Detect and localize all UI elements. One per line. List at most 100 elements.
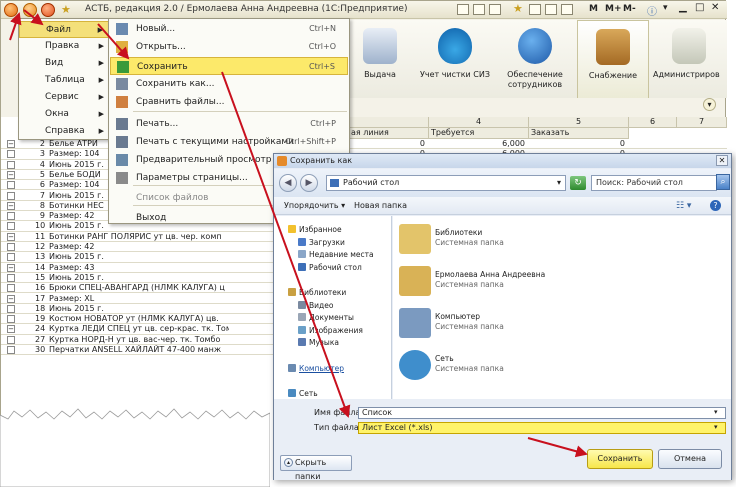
file-menu-item-label: Печать с текущими настройками <box>136 137 294 147</box>
save-button[interactable]: Сохранить <box>587 449 653 469</box>
filetype-select[interactable]: Лист Excel (*.xls) <box>358 422 726 434</box>
row-expander-icon[interactable] <box>7 253 15 262</box>
organize-button[interactable]: Упорядочить ▾ <box>284 197 345 215</box>
panel-expand-icon[interactable]: ▾ <box>703 98 716 111</box>
section-cleaning[interactable]: Учет чистки СИЗ <box>419 20 491 98</box>
nav-item[interactable]: Сеть <box>288 388 318 400</box>
favorites-star-icon[interactable]: ★ <box>61 3 71 16</box>
print-toolbar-icon[interactable] <box>473 4 485 15</box>
refresh-icon[interactable]: ↻ <box>570 176 586 190</box>
help-icon[interactable]: ? <box>710 200 721 211</box>
nav-item[interactable]: Избранное <box>288 224 342 236</box>
row-expander-icon[interactable]: − <box>7 294 15 303</box>
file-item[interactable]: Ермолаева Анна Андреевна Системная папка <box>399 262 699 300</box>
row-expander-icon[interactable] <box>7 284 15 293</box>
submenu-arrow-icon: ▶ <box>97 26 103 34</box>
nav-item[interactable]: Видео <box>298 300 333 312</box>
row-expander-icon[interactable]: − <box>7 201 15 210</box>
memory-button[interactable]: M <box>589 4 598 14</box>
file-menu-item[interactable]: Печать... Ctrl+P <box>110 115 348 133</box>
search-input[interactable]: Поиск: Рабочий стол <box>591 175 717 191</box>
filetype-dropdown-icon[interactable]: ▾ <box>714 423 718 431</box>
new-folder-button[interactable]: Новая папка <box>354 197 407 215</box>
file-item[interactable]: Сеть Системная папка <box>399 346 699 384</box>
file-menu-item[interactable]: Сохранить Ctrl+S <box>110 57 348 75</box>
file-menu-item[interactable]: Печать с текущими настройками Ctrl+Shift+… <box>110 133 348 151</box>
row-expander-icon[interactable] <box>7 222 15 231</box>
main-menu-item[interactable]: Окна ▶ <box>19 106 109 123</box>
nav-item[interactable]: Компьютер <box>288 363 344 375</box>
row-expander-icon[interactable] <box>7 304 15 313</box>
memory-plus-button[interactable]: M+ <box>605 4 622 14</box>
main-menu-item[interactable]: Правка ▶ <box>19 38 109 55</box>
main-menu-item[interactable]: Файл ▶ <box>19 21 109 38</box>
main-menu-item[interactable]: Вид ▶ <box>19 55 109 72</box>
nav-item[interactable]: Музыка <box>298 337 339 349</box>
nav-item[interactable]: Изображения <box>298 325 363 337</box>
file-item[interactable]: Компьютер Системная папка <box>399 304 699 342</box>
search-icon[interactable]: ⌕ <box>716 174 730 190</box>
row-expander-icon[interactable]: − <box>7 325 15 334</box>
app-logo-icon[interactable] <box>23 3 37 17</box>
calendar-icon[interactable] <box>545 4 557 15</box>
row-expander-icon[interactable]: − <box>7 170 15 179</box>
row-expander-icon[interactable]: − <box>7 140 15 148</box>
file-menu-item[interactable]: Открыть... Ctrl+O <box>110 38 348 56</box>
row-number: 11 <box>35 231 46 241</box>
back-button[interactable]: ◀ <box>279 174 297 192</box>
row-expander-icon[interactable] <box>7 181 15 190</box>
cancel-button[interactable]: Отмена <box>658 449 722 469</box>
nav-item[interactable]: Рабочий стол <box>298 262 362 274</box>
section-issue[interactable]: Выдача <box>345 20 415 98</box>
window-menu-icon[interactable]: ▾ <box>663 3 668 13</box>
nav-item[interactable]: Библиотеки <box>288 287 346 299</box>
main-menu-item[interactable]: Таблица ▶ <box>19 72 109 89</box>
nav-item[interactable]: Загрузки <box>298 237 345 249</box>
view-options-icon[interactable]: ☷ ▾ <box>676 197 691 215</box>
favorite-icon[interactable]: ★ <box>513 2 523 15</box>
dialog-close-button[interactable]: ✕ <box>716 155 728 166</box>
filename-dropdown-icon[interactable]: ▾ <box>714 408 718 416</box>
file-menu-item[interactable]: Сохранить как... <box>110 75 348 93</box>
link-icon[interactable] <box>529 4 541 15</box>
app-menu-button[interactable] <box>4 3 18 17</box>
nav-item[interactable]: Недавние места <box>298 249 374 261</box>
minimize-button[interactable]: ▁ <box>679 2 687 13</box>
row-expander-icon[interactable]: − <box>7 232 15 241</box>
preview-toolbar-icon[interactable] <box>489 4 501 15</box>
row-expander-icon[interactable] <box>7 150 15 159</box>
close-button[interactable]: ✕ <box>711 2 719 13</box>
address-field[interactable]: Рабочий стол ▾ <box>326 175 566 191</box>
memory-minus-button[interactable]: M- <box>623 4 636 14</box>
row-expander-icon[interactable] <box>7 160 15 169</box>
section-employees[interactable]: Обеспечение сотрудников <box>495 20 575 98</box>
filename-input[interactable]: Список <box>358 407 726 419</box>
row-expander-icon[interactable] <box>7 273 15 282</box>
file-item-type: Системная папка <box>435 238 504 247</box>
row-expander-icon[interactable] <box>7 191 15 200</box>
file-menu-item[interactable]: Новый... Ctrl+N <box>110 20 348 38</box>
nav-item[interactable]: Документы <box>298 312 354 324</box>
row-expander-icon[interactable] <box>7 346 15 354</box>
main-menu-item[interactable]: Сервис ▶ <box>19 89 109 106</box>
hide-folders-button[interactable]: ▴ Скрыть папки <box>280 455 352 481</box>
row-expander-icon[interactable]: − <box>7 263 15 272</box>
maximize-button[interactable]: □ <box>695 2 704 13</box>
save-toolbar-icon[interactable] <box>457 4 469 15</box>
row-expander-icon[interactable] <box>7 315 15 324</box>
row-expander-icon[interactable] <box>7 243 15 251</box>
section-admin[interactable]: Администриров <box>651 20 727 98</box>
file-menu-item-label: Сохранить <box>137 62 188 72</box>
computer-icon <box>288 363 296 372</box>
back-icon[interactable] <box>41 3 55 17</box>
section-supply[interactable]: Снабжение <box>577 20 649 98</box>
file-item[interactable]: Библиотеки Системная папка <box>399 220 699 258</box>
main-menu-item[interactable]: Справка ▶ <box>19 123 109 140</box>
file-menu-item[interactable]: Сравнить файлы... <box>110 93 348 111</box>
info-icon[interactable]: ⓘ <box>647 3 657 18</box>
calculator-icon[interactable] <box>561 4 573 15</box>
row-expander-icon[interactable] <box>7 212 15 221</box>
address-dropdown-icon[interactable]: ▾ <box>557 176 561 190</box>
forward-button[interactable]: ▶ <box>300 174 318 192</box>
row-expander-icon[interactable] <box>7 335 15 344</box>
